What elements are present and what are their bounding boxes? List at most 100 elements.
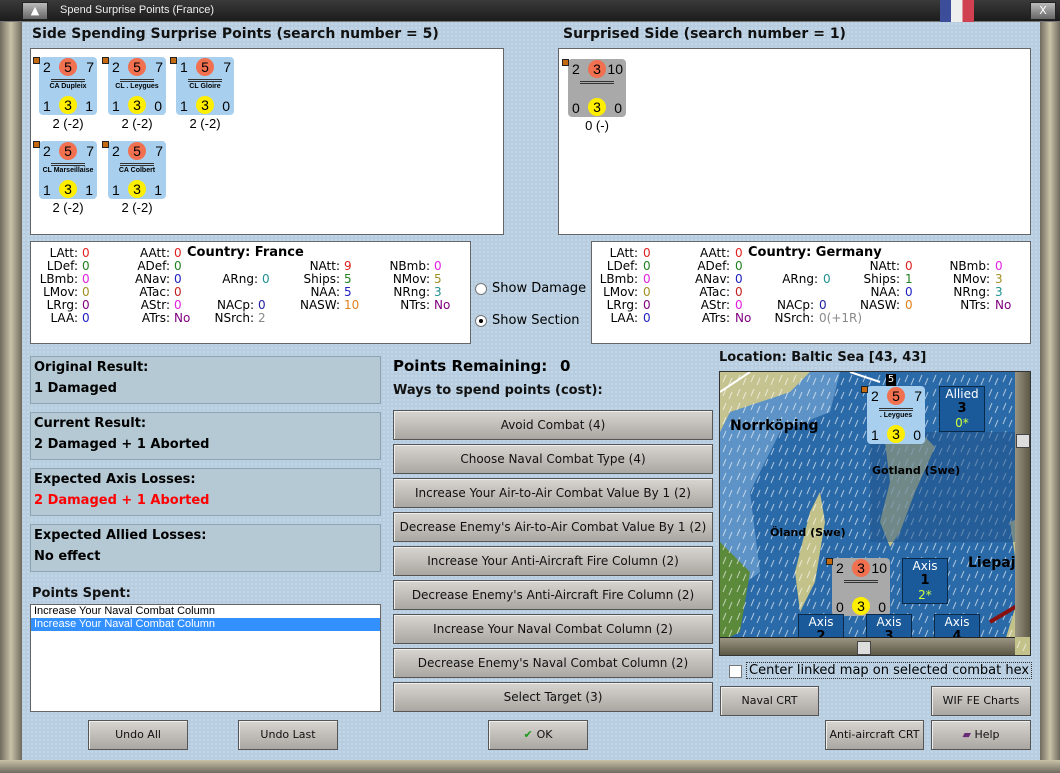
result-value: 2 Damaged + 1 Aborted <box>34 437 210 452</box>
counter-tl: 2 <box>43 143 51 159</box>
combat-box-status: 0* <box>955 416 969 430</box>
spend-option-button[interactable]: Select Target (3) <box>393 682 713 712</box>
ways-label: Ways to spend points (cost): <box>393 383 603 398</box>
help-button[interactable]: ▰ Help <box>931 720 1031 750</box>
stat-lbmb-value: 0 <box>643 272 651 286</box>
map-horizontal-scrollbar[interactable] <box>720 637 1015 655</box>
stat-lbmb: LBmb: <box>39 272 78 286</box>
spend-option-button[interactable]: Choose Naval Combat Type (4) <box>393 444 713 474</box>
spend-option-button[interactable]: Decrease Enemy's Anti-Aircraft Fire Colu… <box>393 580 713 610</box>
points-remaining-value: 0 <box>560 357 571 375</box>
naval-crt-button[interactable]: Naval CRT <box>720 686 819 716</box>
stat-aatt-value: 0 <box>174 246 182 260</box>
stat-nmov: NMov: <box>952 272 990 286</box>
stat-nbmb-value: 0 <box>995 259 1003 273</box>
stat-natt: NAtt: <box>309 259 340 273</box>
vertical-scroll-thumb[interactable] <box>1016 434 1030 448</box>
result-title: Expected Allied Losses: <box>34 528 207 543</box>
counter-name: . Leygues <box>879 412 913 419</box>
points-spent-item[interactable]: Increase Your Naval Combat Column <box>31 605 380 618</box>
show-section-radio[interactable] <box>475 315 487 327</box>
spend-option-button[interactable]: Increase Your Naval Combat Column (2) <box>393 614 713 644</box>
counter-attack: 5 <box>196 58 214 76</box>
show-damage-radio[interactable] <box>475 283 487 295</box>
points-remaining-label: Points Remaining: <box>393 357 548 375</box>
minimize-button[interactable]: ▲ <box>22 2 48 20</box>
stack-count: 5 <box>886 374 896 386</box>
help-book-icon: ▰ <box>962 728 975 741</box>
counter-tr: 7 <box>223 59 231 75</box>
unit-counter[interactable]: 2 7 1 0 5 3 CL . Leygues <box>102 57 166 115</box>
spend-option-button[interactable]: Decrease Enemy's Naval Combat Column (2) <box>393 648 713 678</box>
points-spent-list[interactable]: Increase Your Naval Combat Column Increa… <box>30 604 381 712</box>
stat-nsrch-value: 0(+1R) <box>819 311 863 325</box>
map-label-gotland: Gotland (Swe) <box>872 464 961 477</box>
undo-all-button[interactable]: Undo All <box>88 720 188 750</box>
unit-counter[interactable]: 2 7 1 1 5 3 CA Dupleix <box>33 57 97 115</box>
spend-option-button[interactable]: Increase Your Anti-Aircraft Fire Column … <box>393 546 713 576</box>
stat-laa-value: 0 <box>643 311 651 325</box>
unit-counter[interactable]: 2 7 1 1 5 3 CL Marseillaise <box>33 141 97 199</box>
close-button[interactable]: X <box>1030 2 1056 20</box>
counter-defense: 3 <box>128 96 146 114</box>
stat-aatt: AAtt: <box>700 246 730 260</box>
stat-anav: ANav: <box>694 272 730 286</box>
stat-lrrg: LRrg: <box>46 298 78 312</box>
stat-naa-value: 0 <box>905 285 913 299</box>
unit-marker-icon <box>826 558 833 565</box>
map-label-liepaja: Liepaj <box>968 555 1016 571</box>
stat-aatt-value: 0 <box>735 246 743 260</box>
stat-ships-value: 1 <box>905 272 913 286</box>
unit-counter[interactable]: 2 10 0 0 3 3 <box>826 558 890 616</box>
unit-result: 2 (-2) <box>52 116 84 131</box>
unit-counter[interactable]: 2 7 1 1 5 3 CA Colbert <box>102 141 166 199</box>
horizontal-scroll-thumb[interactable] <box>857 641 871 655</box>
counter-tr: 7 <box>155 59 163 75</box>
checkmark-icon: ✔ <box>523 728 537 741</box>
counter-defense: 3 <box>59 180 77 198</box>
stat-anav-value: 0 <box>174 272 182 286</box>
stat-lbmb: LBmb: <box>599 272 638 286</box>
result-title: Current Result: <box>34 416 147 431</box>
unit-result: 2 (-2) <box>121 116 153 131</box>
counter-bl: 0 <box>572 100 580 116</box>
wif-fe-charts-button[interactable]: WIF FE Charts <box>931 686 1031 716</box>
stat-ntrs-value: No <box>434 298 451 312</box>
stat-nacp-value: 0 <box>819 298 827 312</box>
stats-france: LAtt: 0 LDef: 0 LBmb: 0 LMov: 0 LRrg: 0 LAA: … <box>30 241 471 344</box>
ok-button[interactable]: ✔ OK <box>488 720 588 750</box>
spend-option-button[interactable]: Decrease Enemy's Air-to-Air Combat Value… <box>393 512 713 542</box>
stat-atrs: ATrs: <box>701 311 730 325</box>
combat-box[interactable]: Axis 1 2* <box>902 558 948 604</box>
stat-nasw: NASW: <box>299 298 340 312</box>
stat-latt: LAtt: <box>609 246 638 260</box>
counter-tl: 2 <box>572 61 580 77</box>
spend-option-button[interactable]: Increase Your Air-to-Air Combat Value By… <box>393 478 713 508</box>
unit-counter[interactable]: 1 7 1 0 5 3 CL Gloire <box>170 57 234 115</box>
stat-lbmb-value: 0 <box>82 272 90 286</box>
center-map-checkbox[interactable] <box>729 665 742 678</box>
stat-lmov: LMov: <box>43 285 78 299</box>
unit-counter[interactable]: 2 10 0 0 3 3 <box>562 59 626 117</box>
title-bar: ▲ Spend Surprise Points (France) X <box>0 0 1060 22</box>
map-vertical-scrollbar[interactable] <box>1015 372 1030 637</box>
counter-br: 0 <box>614 100 622 116</box>
stat-ships-value: 5 <box>344 272 352 286</box>
result-title: Expected Axis Losses: <box>34 472 196 487</box>
spend-option-button[interactable]: Avoid Combat (4) <box>393 410 713 440</box>
linked-map[interactable]: Norrköping Gotland (Swe) Öland (Swe) Lie… <box>719 371 1031 656</box>
stat-ntrs: NTrs: <box>400 298 430 312</box>
anti-aircraft-crt-button[interactable]: Anti-aircraft CRT <box>825 720 924 750</box>
stat-atrs: ATrs: <box>141 311 170 325</box>
combat-box-side: Axis <box>944 615 970 629</box>
unit-counter[interactable]: 2 7 1 0 5 3 . Leygues <box>861 386 925 444</box>
stat-nacp: NACp: <box>216 298 254 312</box>
points-spent-item-selected[interactable]: Increase Your Naval Combat Column <box>31 618 380 631</box>
counter-tr: 7 <box>86 143 94 159</box>
stat-adef: ADef: <box>697 259 730 273</box>
combat-box[interactable]: Allied 3 0* <box>939 386 985 432</box>
counter-br: 1 <box>85 182 93 198</box>
points-spent-label: Points Spent: <box>32 586 131 601</box>
combat-box-side: Axis <box>876 615 902 629</box>
undo-last-button[interactable]: Undo Last <box>238 720 338 750</box>
